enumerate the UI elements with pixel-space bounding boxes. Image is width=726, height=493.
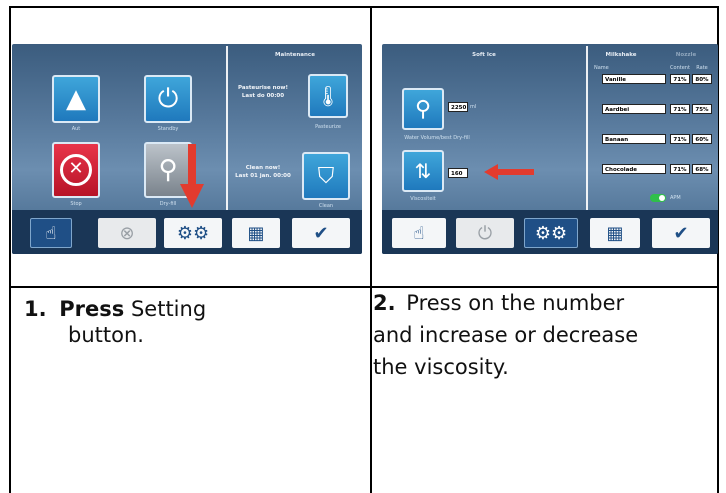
header-maintenance: Maintenance	[275, 52, 315, 58]
settings-button[interactable]: ⚙⚙	[164, 218, 222, 248]
whisk-icon: ⚲	[414, 96, 432, 122]
column-rate: Rate	[696, 65, 708, 71]
stop-button[interactable]: ⊗	[98, 218, 156, 248]
ice-cream-cup-icon: ⇅	[414, 159, 432, 183]
checkmark-icon: ✔	[673, 222, 689, 244]
clean-last: Last 01 jan. 00:00	[235, 173, 291, 179]
settings-button[interactable]: ⚙⚙	[524, 218, 578, 248]
screenshot-settings: Soft Ice Milkshake Nozzle ⚲ 2250 ml Wate…	[382, 44, 718, 254]
bottom-toolbar: ☝ ⏻ ⚙⚙ ▦ ✔	[382, 210, 718, 254]
power-button[interactable]: ⏻	[456, 218, 514, 248]
gears-icon: ⚙⚙	[534, 222, 568, 244]
pane-divider	[586, 46, 588, 210]
step2-line1: Press on the number	[406, 291, 625, 315]
header-soft-ice: Soft Ice	[472, 52, 496, 58]
step2-line3: the viscosity.	[373, 355, 509, 379]
flavor-rate[interactable]: 68%	[692, 164, 712, 174]
confirm-button[interactable]: ✔	[652, 218, 710, 248]
stop-icon: ✕	[60, 154, 92, 186]
flavor-name[interactable]: Chocolade	[602, 164, 666, 174]
pasteurize-prompt: Pasteurise now!	[238, 85, 288, 91]
pasteurize-tile[interactable]: 🌡	[308, 74, 348, 118]
screenshot-main-menu: Maintenance ▲ Aut ⏻ Standby ✕ Stop ⚲ Dry…	[12, 44, 362, 254]
clean-tile[interactable]: ⛉	[302, 152, 350, 200]
grid-icon: ▦	[247, 222, 265, 244]
checkmark-icon: ✔	[313, 222, 329, 244]
flavor-rate[interactable]: 75%	[692, 104, 712, 114]
touch-button[interactable]: ☝	[30, 218, 72, 248]
clean-label: Clean	[318, 203, 334, 209]
gears-icon: ⚙⚙	[176, 222, 210, 244]
standby-label: Standby	[157, 126, 179, 132]
auto-tile[interactable]: ▲	[52, 75, 100, 123]
apm-label: APM	[670, 195, 681, 201]
table-border-top	[9, 6, 719, 8]
flavor-name[interactable]: Banaan	[602, 134, 666, 144]
hand-touch-icon: ☝	[413, 222, 425, 244]
water-volume-field[interactable]: 2250	[448, 102, 468, 112]
column-name: Name	[594, 65, 609, 71]
whisk-tile: ⚲	[402, 88, 444, 130]
stop-tile[interactable]: ✕	[52, 142, 100, 198]
red-arrow-left	[484, 164, 534, 180]
flavor-rate[interactable]: 60%	[692, 134, 712, 144]
water-volume-label: Water Volume/best Dry-fill	[404, 135, 470, 141]
apm-toggle[interactable]	[650, 194, 666, 202]
tab-milkshake[interactable]: Milkshake	[588, 48, 654, 62]
water-volume-unit: ml	[470, 104, 477, 110]
circle-x-icon: ⊗	[119, 222, 135, 244]
step1-number: 1.	[24, 297, 47, 321]
tab-nozzle[interactable]: Nozzle	[654, 48, 718, 62]
viscosity-label: Viscositeit	[410, 196, 436, 202]
flavor-name[interactable]: Vanille	[602, 74, 666, 84]
step2-caption: 2. Press on the number	[373, 290, 624, 316]
viscosity-field[interactable]: 160	[448, 168, 468, 178]
viscosity-tile: ⇅	[402, 150, 444, 192]
step1-press: Press	[59, 297, 125, 321]
step1-caption: 1. Press Setting	[24, 296, 206, 322]
menu-grid-button[interactable]: ▦	[232, 218, 280, 248]
table-column-divider	[370, 6, 372, 493]
grid-icon: ▦	[606, 222, 624, 244]
bottom-toolbar: ☝ ⊗ ⚙⚙ ▦ ✔	[12, 210, 362, 254]
ice-cream-icon: ▲	[66, 84, 86, 114]
auto-label: Aut	[71, 126, 81, 132]
column-content: Content	[670, 65, 690, 71]
power-icon: ⏻	[157, 83, 179, 114]
flavor-content[interactable]: 71%	[670, 134, 690, 144]
red-arrow-down	[180, 144, 204, 208]
step2-number: 2.	[373, 291, 396, 315]
whisk-icon: ⚲	[158, 155, 178, 185]
table-row-divider	[9, 286, 719, 288]
thermometer-icon: 🌡	[315, 84, 341, 108]
pane-divider	[226, 46, 228, 210]
toggle-knob	[659, 195, 665, 201]
power-icon: ⏻	[477, 222, 493, 244]
step1-caption-line2: button.	[68, 323, 144, 347]
flavor-content[interactable]: 71%	[670, 74, 690, 84]
standby-tile[interactable]: ⏻	[144, 75, 192, 123]
step2-line2: and increase or decrease	[373, 323, 639, 347]
flavor-content[interactable]: 71%	[670, 164, 690, 174]
pasteurize-label: Pasteurize	[315, 124, 341, 130]
touch-button[interactable]: ☝	[392, 218, 446, 248]
flavor-name[interactable]: Aardbei	[602, 104, 666, 114]
menu-grid-button[interactable]: ▦	[590, 218, 640, 248]
confirm-button[interactable]: ✔	[292, 218, 350, 248]
clean-prompt: Clean now!	[245, 165, 281, 171]
table-border-left	[9, 6, 11, 493]
bucket-icon: ⛉	[317, 163, 335, 189]
hand-touch-icon: ☝	[45, 222, 57, 244]
flavor-content[interactable]: 71%	[670, 104, 690, 114]
stop-label: Stop	[70, 201, 82, 207]
pasteurize-last: Last do 00:00	[241, 93, 285, 99]
flavor-rate[interactable]: 80%	[692, 74, 712, 84]
step1-setting: Setting	[130, 297, 207, 321]
